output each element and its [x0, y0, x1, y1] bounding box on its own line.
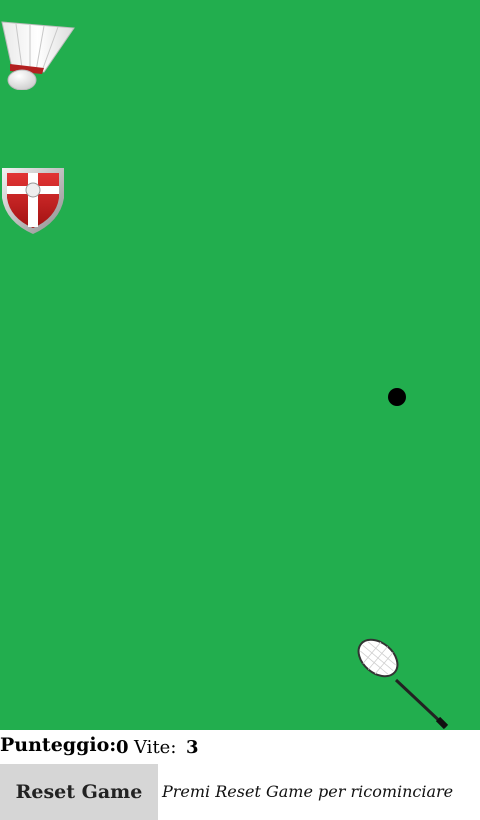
lives-label: Vite:: [134, 737, 177, 758]
score-value: 0: [116, 737, 129, 758]
game-field[interactable]: [0, 0, 480, 730]
lives-value: 3: [186, 737, 199, 758]
controls-bar: Reset Game Premi Reset Game per ricominc…: [0, 764, 480, 820]
reset-game-button[interactable]: Reset Game: [0, 764, 158, 820]
racket-icon[interactable]: [352, 632, 452, 730]
status-bar: Punteggio: 0 Vite: 3: [0, 730, 480, 764]
shuttlecock-icon: [0, 10, 78, 91]
ball-icon: [388, 388, 406, 406]
score-label: Punteggio:: [0, 734, 117, 756]
shield-icon: [0, 164, 66, 236]
status-message: Premi Reset Game per ricominciare: [162, 782, 454, 801]
